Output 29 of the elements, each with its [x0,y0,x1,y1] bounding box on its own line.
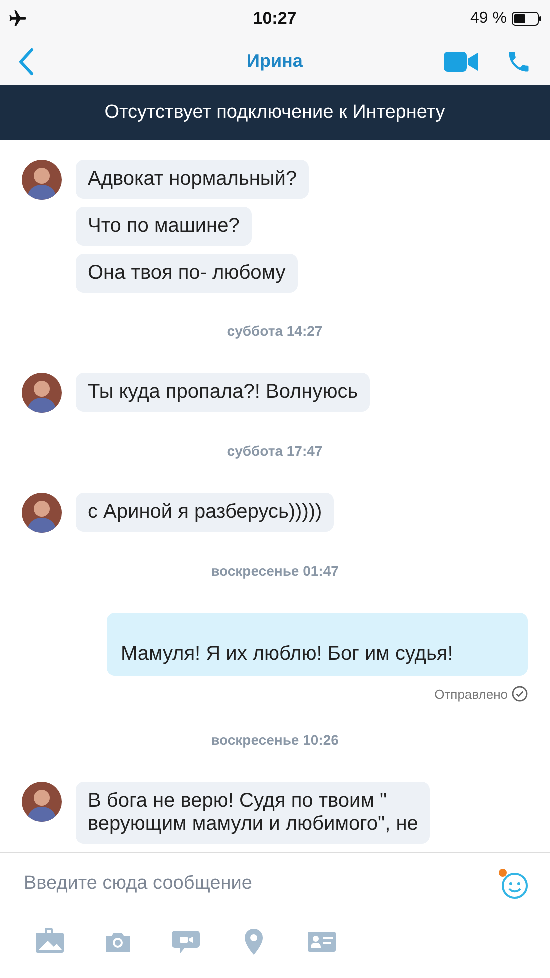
message-text: Ты куда пропала?! Волнуюсь [88,381,358,404]
check-circle-icon [512,686,528,702]
message-text: верующим мамули и любимого", не [88,813,418,836]
offline-banner: Отсутствует подключение к Интернету [0,85,550,140]
date-separator: суббота 17:47 [226,443,324,461]
date-separator: суббота 14:27 [226,323,324,341]
message-text: Что по машине? [88,215,240,238]
video-call-button[interactable] [444,52,478,72]
message-text: Мамуля! Я их люблю! Бог им судья! [121,643,454,666]
battery-percent: 49 % [470,10,507,28]
date-separator: воскресенье 01:47 [210,563,340,581]
message-text: В бога не верю! Судя по твоим " [88,790,388,813]
message-text: Она твоя по- любому [88,262,286,285]
back-button[interactable] [18,48,34,76]
avatar [22,493,62,533]
contact-name: Ирина [246,51,304,72]
avatar [22,782,62,822]
delivery-status: Отправлено [434,686,508,702]
avatar [22,160,62,200]
back-icon [18,48,34,76]
smiley-icon[interactable] [498,868,530,900]
message-text: Адвокат нормальный? [88,168,298,191]
message-text: с Ариной я разберусь))))) [88,501,322,524]
date-separator: воскресенье 10:26 [210,732,340,750]
airplane-icon [8,9,28,29]
video-camera-icon [444,52,478,72]
avatar [22,373,62,413]
battery-icon [512,12,542,26]
status-time: 10:27 [252,9,298,29]
